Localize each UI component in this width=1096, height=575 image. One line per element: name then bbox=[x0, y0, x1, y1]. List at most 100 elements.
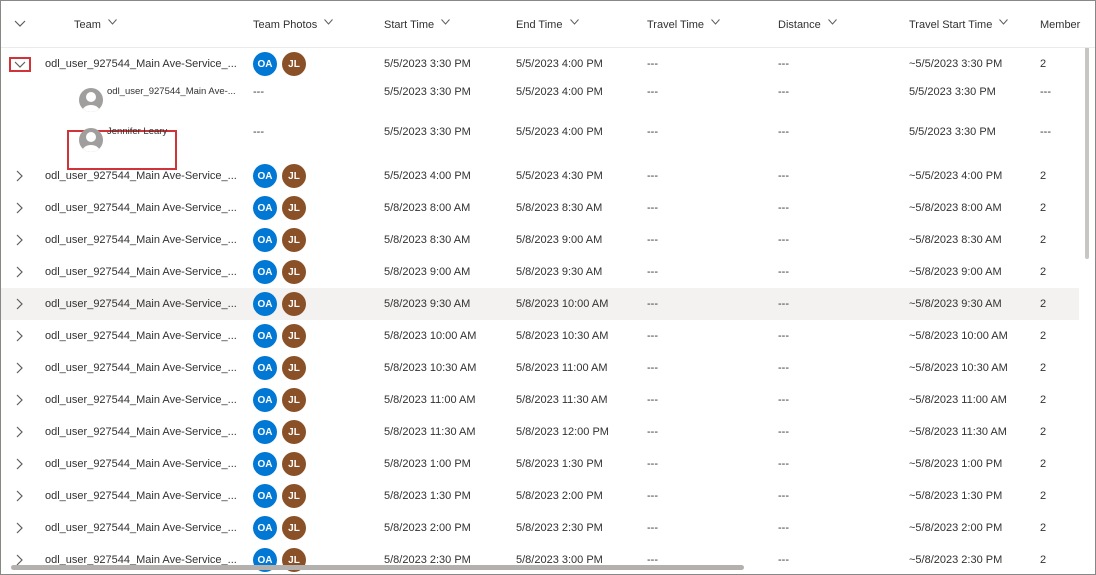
avatar-oa: OA bbox=[253, 52, 277, 76]
table-row[interactable]: odl_user_927544_Main Ave-Service_... OA JL… bbox=[1, 160, 1079, 192]
distance-cell: --- bbox=[778, 394, 789, 406]
expand-row-chevron-right-icon[interactable] bbox=[9, 296, 31, 312]
start-time-cell: 5/5/2023 3:30 PM bbox=[384, 126, 471, 138]
expand-row-chevron-right-icon[interactable] bbox=[9, 488, 31, 504]
expand-row-chevron-right-icon[interactable] bbox=[9, 328, 31, 344]
avatar-jl: JL bbox=[282, 356, 306, 380]
member-cell: 2 bbox=[1040, 490, 1047, 502]
travel-start-cell: ~5/5/2023 3:30 PM bbox=[909, 58, 1003, 70]
avatar-jl: JL bbox=[282, 484, 306, 508]
col-header-start-time[interactable]: Start Time bbox=[384, 1, 451, 47]
distance-cell: --- bbox=[778, 458, 789, 470]
end-time-cell: 5/8/2023 2:00 PM bbox=[516, 490, 603, 502]
start-time-cell: 5/8/2023 11:00 AM bbox=[384, 394, 476, 406]
team-cell: odl_user_927544_Main Ave-Service_... bbox=[45, 394, 237, 406]
team-cell: odl_user_927544_Main Ave-Service_... bbox=[45, 58, 237, 70]
start-time-cell: 5/8/2023 8:30 AM bbox=[384, 234, 471, 246]
table-row[interactable]: odl_user_927544_Main Ave-Service_... OA JL… bbox=[1, 512, 1079, 544]
start-time-cell: 5/8/2023 10:00 AM bbox=[384, 330, 477, 342]
avatar-jl: JL bbox=[282, 388, 306, 412]
horizontal-scrollbar[interactable] bbox=[11, 565, 744, 570]
expand-row-chevron-right-icon[interactable] bbox=[9, 456, 31, 472]
travel-start-cell: ~5/8/2023 8:30 AM bbox=[909, 234, 1002, 246]
person-icon bbox=[79, 88, 103, 112]
col-header-team-photos[interactable]: Team Photos bbox=[253, 1, 334, 47]
table-row[interactable]: odl_user_927544_Main Ave-Service_... OA JL… bbox=[1, 192, 1079, 224]
travel-time-cell: --- bbox=[647, 490, 658, 502]
end-time-cell: 5/8/2023 10:00 AM bbox=[516, 298, 609, 310]
table-row[interactable]: odl_user_927544_Main Ave-Service_... OA JL… bbox=[1, 224, 1079, 256]
expand-row-chevron-right-icon[interactable] bbox=[9, 232, 31, 248]
distance-cell: --- bbox=[778, 170, 789, 182]
expand-all-chevron-down-icon[interactable] bbox=[9, 16, 31, 32]
col-header-team-label: Team bbox=[74, 19, 101, 31]
avatar-oa: OA bbox=[253, 516, 277, 540]
expand-row-chevron-right-icon[interactable] bbox=[9, 168, 31, 184]
caret-down-icon bbox=[827, 18, 837, 28]
member-cell: 2 bbox=[1040, 234, 1047, 246]
expand-row-chevron-right-icon[interactable] bbox=[9, 424, 31, 440]
sub-row[interactable]: odl_user_927544_Main Ave-... --- 5/5/202… bbox=[1, 80, 1079, 112]
collapse-row-chevron-down-icon[interactable] bbox=[9, 57, 31, 72]
start-time-cell: 5/8/2023 1:00 PM bbox=[384, 458, 471, 470]
travel-start-cell: ~5/8/2023 1:30 PM bbox=[909, 490, 1003, 502]
table-row[interactable]: odl_user_927544_Main Ave-Service_... OA JL… bbox=[1, 448, 1079, 480]
sub-row-name: odl_user_927544_Main Ave-... bbox=[107, 86, 236, 97]
caret-down-icon bbox=[441, 18, 451, 28]
end-time-cell: 5/5/2023 4:00 PM bbox=[516, 86, 603, 98]
member-cell: 2 bbox=[1040, 298, 1047, 310]
end-time-cell: 5/8/2023 1:30 PM bbox=[516, 458, 603, 470]
end-time-cell: 5/8/2023 11:30 AM bbox=[516, 394, 608, 406]
table-row[interactable]: odl_user_927544_Main Ave-Service_... OA JL… bbox=[1, 544, 1079, 574]
team-cell: odl_user_927544_Main Ave-Service_... bbox=[45, 202, 237, 214]
table-row[interactable]: odl_user_927544_Main Ave-Service_... OA JL… bbox=[1, 320, 1079, 352]
col-header-member[interactable]: Member bbox=[1040, 1, 1080, 47]
table-row[interactable]: odl_user_927544_Main Ave-Service_... OA JL… bbox=[1, 416, 1079, 448]
sub-row[interactable]: Jennifer Leary --- 5/5/2023 3:30 PM 5/5/… bbox=[1, 112, 1079, 170]
team-cell: odl_user_927544_Main Ave-Service_... bbox=[45, 362, 237, 374]
col-header-end-time[interactable]: End Time bbox=[516, 1, 579, 47]
start-time-cell: 5/8/2023 11:30 AM bbox=[384, 426, 476, 438]
avatar-jl: JL bbox=[282, 292, 306, 316]
expand-row-chevron-right-icon[interactable] bbox=[9, 392, 31, 408]
table-row[interactable]: odl_user_927544_Main Ave-Service_... OA JL… bbox=[1, 288, 1079, 320]
avatar-oa: OA bbox=[253, 484, 277, 508]
avatar-jl: JL bbox=[282, 452, 306, 476]
expand-row-chevron-right-icon[interactable] bbox=[9, 360, 31, 376]
col-header-member-label: Member bbox=[1040, 19, 1081, 31]
end-time-cell: 5/5/2023 4:30 PM bbox=[516, 170, 603, 182]
avatar-oa: OA bbox=[253, 260, 277, 284]
col-header-travel-start-time-label: Travel Start Time bbox=[909, 19, 993, 31]
caret-down-icon bbox=[999, 18, 1009, 28]
table-row-expanded[interactable]: odl_user_927544_Main Ave-Service_... OA … bbox=[1, 48, 1079, 80]
table-row[interactable]: odl_user_927544_Main Ave-Service_... OA JL… bbox=[1, 256, 1079, 288]
table-row[interactable]: odl_user_927544_Main Ave-Service_... OA JL… bbox=[1, 480, 1079, 512]
avatar-oa: OA bbox=[253, 164, 277, 188]
team-cell: odl_user_927544_Main Ave-Service_... bbox=[45, 266, 237, 278]
col-header-team[interactable]: Team bbox=[74, 1, 117, 47]
travel-time-cell: --- bbox=[647, 126, 658, 138]
col-header-travel-time[interactable]: Travel Time bbox=[647, 1, 720, 47]
expand-row-chevron-right-icon[interactable] bbox=[9, 520, 31, 536]
team-photos-cell: --- bbox=[253, 86, 264, 98]
travel-start-cell: ~5/8/2023 8:00 AM bbox=[909, 202, 1002, 214]
col-header-travel-start-time[interactable]: Travel Start Time bbox=[909, 1, 1009, 47]
vertical-scrollbar[interactable] bbox=[1085, 15, 1089, 259]
expand-row-chevron-right-icon[interactable] bbox=[9, 264, 31, 280]
start-time-cell: 5/8/2023 9:30 AM bbox=[384, 298, 471, 310]
end-time-cell: 5/5/2023 4:00 PM bbox=[516, 126, 603, 138]
col-header-distance[interactable]: Distance bbox=[778, 1, 837, 47]
avatar-jl: JL bbox=[282, 228, 306, 252]
member-cell: 2 bbox=[1040, 266, 1047, 278]
avatar-jl: JL bbox=[282, 516, 306, 540]
distance-cell: --- bbox=[778, 490, 789, 502]
expand-row-chevron-right-icon[interactable] bbox=[9, 200, 31, 216]
caret-down-icon bbox=[324, 18, 334, 28]
team-cell: odl_user_927544_Main Ave-Service_... bbox=[45, 330, 237, 342]
distance-cell: --- bbox=[778, 522, 789, 534]
table-row[interactable]: odl_user_927544_Main Ave-Service_... OA JL… bbox=[1, 384, 1079, 416]
travel-time-cell: --- bbox=[647, 202, 658, 214]
distance-cell: --- bbox=[778, 298, 789, 310]
avatar-jl: JL bbox=[282, 164, 306, 188]
table-row[interactable]: odl_user_927544_Main Ave-Service_... OA JL… bbox=[1, 352, 1079, 384]
